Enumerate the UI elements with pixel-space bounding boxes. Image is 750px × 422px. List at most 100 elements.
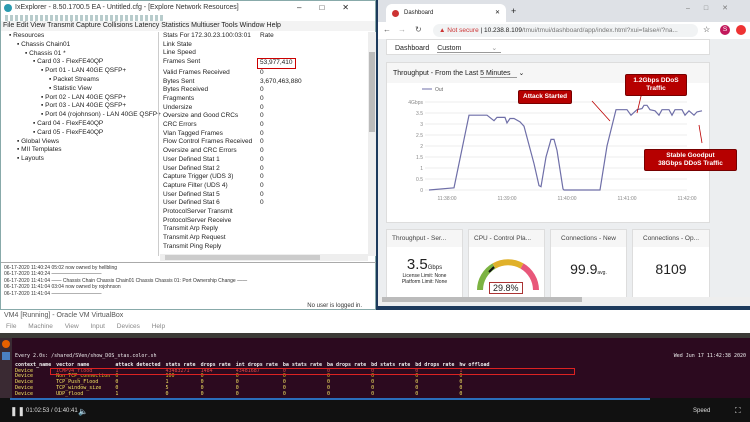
annotation-attack-started: Attack Started [518, 90, 573, 104]
stat-name: User Defined Stat 5 [163, 190, 220, 198]
firefox-icon[interactable] [2, 340, 10, 348]
stat-value: 0 [260, 112, 264, 120]
table-cell: 0 [459, 390, 463, 397]
tree-item-label: Port 02 - LAN 40GE QSFP+ [45, 93, 127, 101]
files-icon[interactable] [2, 352, 10, 360]
tree-item-label: Layouts [21, 155, 44, 163]
stat-row: Bytes Received 0 [159, 86, 368, 95]
video-time: 01:02:53 / 01:40:41 [26, 408, 78, 414]
table-cell: 0 [200, 390, 204, 397]
x-tick-label: 11:42:00 [677, 196, 696, 202]
dashboard-page: Dashboard Custom ⌄ Throughput - From the … [378, 39, 750, 306]
card-cpu: CPU - Control Pla... 29.8% [468, 229, 545, 301]
tree-item[interactable]: ▪ Port 02 - LAN 40GE QSFP+ [1, 94, 157, 103]
virtualbox-window: VM4 [Running] - Oracle VM VirtualBox Fil… [0, 310, 750, 422]
stable-line-2: 38Gbps DDoS Traffic [658, 160, 723, 167]
stat-name: User Defined Stat 6 [163, 199, 220, 207]
reload-icon[interactable]: ↻ [415, 25, 422, 34]
table-cell: Device [15, 390, 34, 397]
forward-icon[interactable]: → [398, 25, 406, 34]
tab-dashboard[interactable]: Dashboard ✕ [386, 4, 506, 22]
url-input[interactable]: ▲ Not secure | 10.238.8.109/tmui/tmui/da… [433, 24, 698, 37]
seek-bar[interactable] [10, 398, 650, 400]
tree-item[interactable]: ▪ Chassis Chain01 [1, 41, 157, 50]
resource-tree[interactable]: ▪ Resources ▪ Chassis Chain01 ▪ Chassis 01… [1, 32, 161, 262]
page-horizontal-scrollbar[interactable] [378, 297, 750, 304]
connections-open-value: 8109 [655, 261, 687, 277]
stat-name: Undersize [163, 103, 193, 111]
tree-item[interactable]: ▪ Chassis 01 * [1, 50, 157, 59]
tree-item[interactable]: ▪ Global Views [1, 138, 157, 147]
window-controls[interactable]: –□✕ [297, 3, 367, 12]
new-tab-icon[interactable]: + [511, 6, 516, 16]
close-tab-icon[interactable]: ✕ [495, 9, 500, 16]
card-connections-new: Connections - New 99.9avg. [550, 229, 627, 301]
vbox-menu-item[interactable]: View [65, 323, 79, 330]
stat-name: ProtocolServer Transmit [163, 208, 233, 216]
warning-icon: ▲ [439, 27, 448, 34]
stat-row: User Defined Stat 5 0 [159, 191, 368, 200]
stat-name: ProtocolServer Receive [163, 216, 232, 224]
card-title: Connections - New [551, 230, 626, 247]
vbox-menu-item[interactable]: Machine [28, 323, 53, 330]
tree-item[interactable]: ▪ MII Templates [1, 146, 157, 155]
stat-row: User Defined Stat 2 0 [159, 165, 368, 174]
back-icon[interactable]: ← [383, 25, 391, 34]
stat-name: Oversize and CRC Errors [163, 147, 237, 155]
horizontal-scrollbar[interactable] [160, 254, 368, 261]
dashboard-label: Dashboard [395, 45, 430, 52]
y-tick-label: 0.5 [416, 177, 423, 183]
vertical-scrollbar[interactable] [368, 32, 376, 256]
stat-row: Oversize and Good CRCs 0 [159, 112, 368, 121]
table-cell: 0 [282, 390, 286, 397]
stat-row: Capture Trigger (UDS 3) 0 [159, 173, 368, 182]
bookmark-star-icon[interactable]: ☆ [703, 25, 710, 34]
table-row: Device UDP_flood 1 0 0 0 0 0 0 0 0 [15, 390, 495, 398]
tree-item[interactable]: ▪ Card 05 - FlexFE40QP [1, 129, 157, 138]
tree-item[interactable]: ▪ Port 03 - LAN 40GE QSFP+ [1, 102, 157, 111]
stat-row: ProtocolServer Transmit [159, 208, 368, 217]
vbox-menu-item[interactable]: File [6, 323, 16, 330]
table-cell: 0 [165, 390, 169, 397]
profile-avatar[interactable]: S [720, 25, 730, 35]
tree-item[interactable]: ▪ Card 04 - FlexFE40QP [1, 120, 157, 129]
rate-header: Rate [260, 32, 274, 39]
speed-button[interactable]: Speed [693, 408, 710, 414]
tree-item[interactable]: ▪ Statistic View [1, 85, 157, 94]
tree-item[interactable]: ▪ Layouts [1, 155, 157, 164]
fullscreen-icon[interactable]: ⛶ [735, 406, 741, 416]
tree-item-label: Card 04 - FlexFE40QP [37, 119, 104, 127]
vbox-menu[interactable]: File Machine View Input Devices Help [6, 323, 165, 330]
tree-item-label: Packet Streams [53, 75, 100, 83]
vbox-menu-item[interactable]: Help [152, 323, 165, 330]
not-secure-label: Not secure [447, 27, 479, 34]
stat-value: 0 [260, 68, 264, 76]
range-select[interactable]: 5 Minutes [480, 70, 517, 78]
x-tick-label: 11:39:00 [497, 196, 516, 202]
window-controls[interactable]: –□✕ [686, 4, 742, 12]
tree-item[interactable]: ▪ Card 03 - FlexFE40QP [1, 58, 157, 67]
tree-item[interactable]: ▪ Packet Streams [1, 76, 157, 85]
tree-item[interactable]: ▪ Resources [1, 32, 157, 41]
extension-icon[interactable] [736, 25, 746, 35]
x-tick-label: 11:38:00 [437, 196, 456, 202]
throughput-unit: Gbps [427, 265, 443, 271]
tree-item[interactable]: ▪ Port 04 (rojohnson) - LAN 40GE QSFP+ [1, 111, 161, 120]
annotation-stable-goodput: Stable Goodput 38Gbps DDoS Traffic [644, 149, 737, 171]
volume-icon[interactable]: 🔈 [78, 407, 88, 416]
stat-value: 0 [260, 181, 264, 189]
table-cell: 0 [326, 390, 330, 397]
stat-name: Valid Frames Received [163, 68, 230, 76]
stat-row: Line Speed [159, 49, 368, 58]
table-cell: 1 [115, 390, 119, 397]
app-icon [4, 4, 12, 12]
stat-value: 0 [260, 138, 264, 146]
vbox-menu-item[interactable]: Devices [117, 323, 140, 330]
table-cell: 0 [415, 390, 419, 397]
tree-item[interactable]: ▪ Port 01 - LAN 40GE QSFP+ [1, 67, 157, 76]
pause-icon[interactable]: ❚❚ [10, 406, 25, 417]
vbox-menu-item[interactable]: Input [90, 323, 104, 330]
stat-value: 0 [260, 94, 264, 102]
stat-name: User Defined Stat 1 [163, 155, 220, 163]
menu-bar[interactable]: File Edit View Transmit Capture Collisio… [1, 21, 375, 31]
